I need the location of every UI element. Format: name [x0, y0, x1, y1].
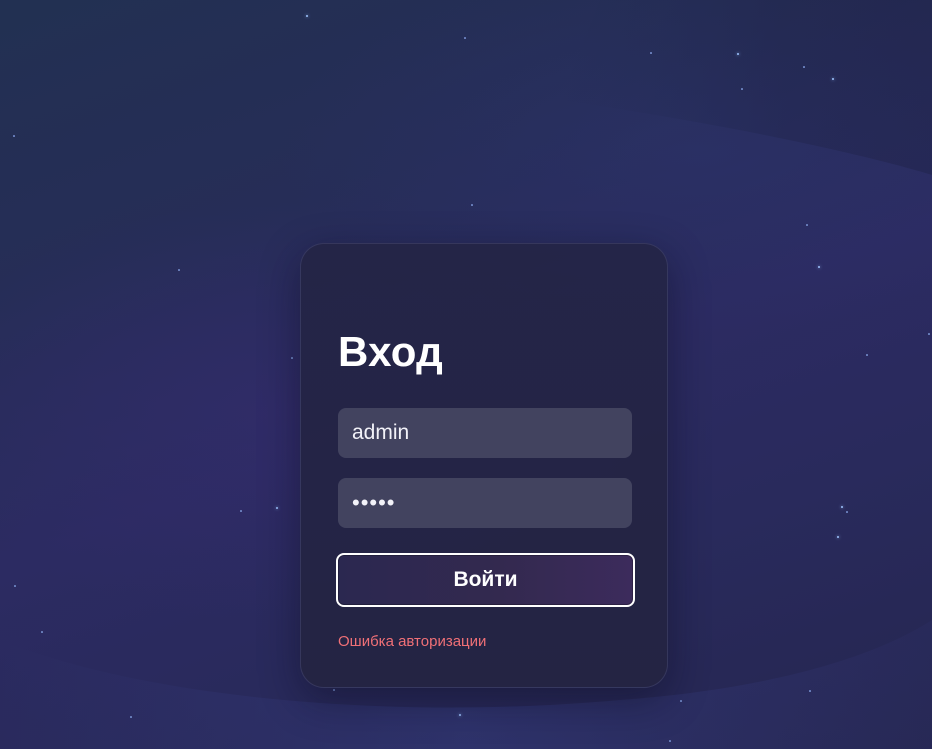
star	[240, 510, 242, 512]
star	[837, 536, 839, 538]
star	[680, 700, 682, 702]
star	[737, 53, 739, 55]
username-input[interactable]	[338, 408, 632, 458]
star	[803, 66, 805, 68]
star	[291, 357, 293, 359]
star	[866, 354, 868, 356]
login-card: Вход Войти Ошибка авторизации	[300, 243, 668, 688]
star	[928, 333, 930, 335]
star	[809, 690, 811, 692]
star	[650, 52, 652, 54]
star	[459, 714, 461, 716]
star	[178, 269, 180, 271]
star	[13, 135, 15, 137]
star	[276, 507, 278, 509]
login-title: Вход	[338, 328, 444, 375]
star	[333, 689, 335, 691]
password-input[interactable]	[338, 478, 632, 528]
star	[130, 716, 132, 718]
star	[41, 631, 43, 633]
login-button[interactable]: Войти	[336, 553, 635, 607]
error-message: Ошибка авторизации	[338, 633, 487, 650]
star	[806, 224, 808, 226]
star	[818, 266, 820, 268]
star	[846, 511, 848, 513]
star	[841, 506, 843, 508]
star	[464, 37, 466, 39]
star	[306, 15, 308, 17]
star	[471, 204, 473, 206]
star	[669, 740, 671, 742]
star	[14, 585, 16, 587]
star	[741, 88, 743, 90]
star	[832, 78, 834, 80]
